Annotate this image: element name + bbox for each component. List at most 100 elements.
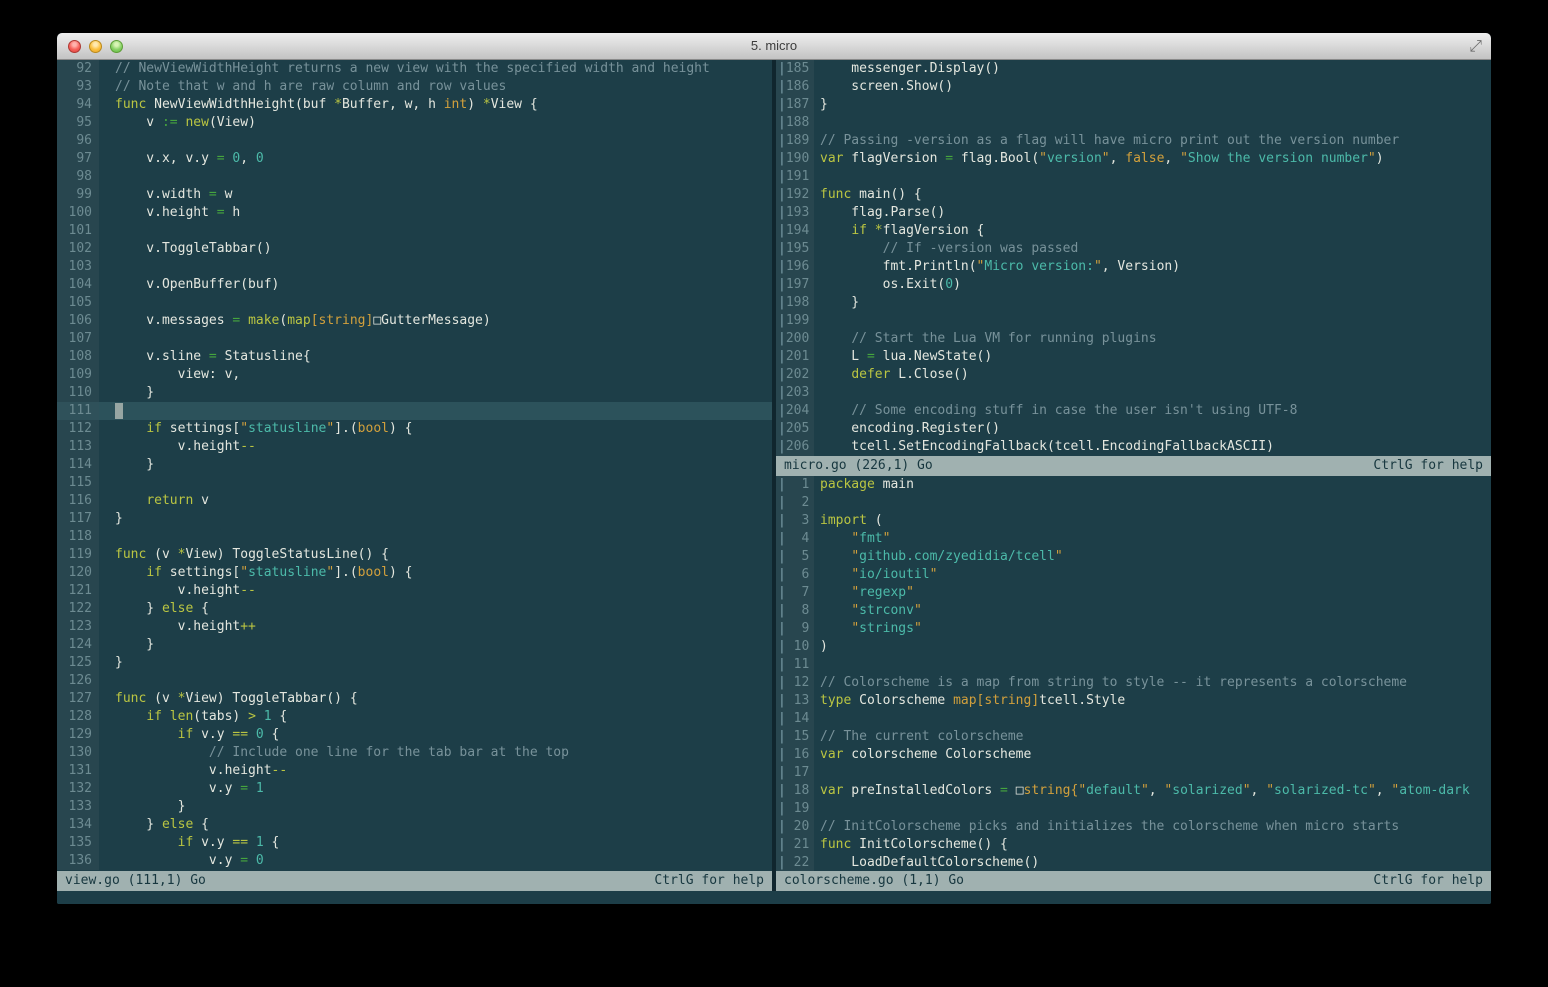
code-line[interactable]: 101 — [57, 222, 772, 240]
code-line[interactable]: | 4 "fmt" — [776, 530, 1491, 548]
code-line[interactable]: 102 v.ToggleTabbar() — [57, 240, 772, 258]
code-line[interactable]: | 15// The current colorscheme — [776, 728, 1491, 746]
code-line[interactable]: | 1package main — [776, 476, 1491, 494]
code-line[interactable]: |185 messenger.Display() — [776, 60, 1491, 78]
editor-micro-go[interactable]: |185 messenger.Display()|186 screen.Show… — [776, 60, 1491, 456]
code-line[interactable]: 123 v.height++ — [57, 618, 772, 636]
code-line[interactable]: |192func main() { — [776, 186, 1491, 204]
code-line[interactable]: 118 — [57, 528, 772, 546]
code-line[interactable]: 128 if len(tabs) > 1 { — [57, 708, 772, 726]
code-line[interactable]: | 22 LoadDefaultColorscheme() — [776, 854, 1491, 871]
editor-view-go[interactable]: 92// NewViewWidthHeight returns a new vi… — [57, 60, 772, 871]
code-line[interactable]: | 9 "strings" — [776, 620, 1491, 638]
code-line[interactable]: 131 v.height-- — [57, 762, 772, 780]
command-message-line[interactable] — [57, 891, 1491, 904]
zoom-button[interactable] — [110, 40, 123, 53]
code-line[interactable]: 103 — [57, 258, 772, 276]
code-line[interactable]: 132 v.y = 1 — [57, 780, 772, 798]
code-line[interactable]: |190var flagVersion = flag.Bool("version… — [776, 150, 1491, 168]
code-line[interactable]: 125} — [57, 654, 772, 672]
minimize-button[interactable] — [89, 40, 102, 53]
code-line[interactable]: 111 — [57, 402, 772, 420]
code-line[interactable]: 104 v.OpenBuffer(buf) — [57, 276, 772, 294]
code-line[interactable]: 110 } — [57, 384, 772, 402]
code-line[interactable]: |194 if *flagVersion { — [776, 222, 1491, 240]
window-titlebar[interactable]: 5. micro ⤢ — [57, 33, 1491, 60]
code-line[interactable]: |187} — [776, 96, 1491, 114]
code-line[interactable]: | 8 "strconv" — [776, 602, 1491, 620]
code-line[interactable]: 99 v.width = w — [57, 186, 772, 204]
code-line[interactable]: | 3import ( — [776, 512, 1491, 530]
code-line[interactable]: 134 } else { — [57, 816, 772, 834]
code-line[interactable]: 98 — [57, 168, 772, 186]
code-line[interactable]: |200 // Start the Lua VM for running plu… — [776, 330, 1491, 348]
code-line[interactable]: 94func NewViewWidthHeight(buf *Buffer, w… — [57, 96, 772, 114]
code-line[interactable]: 92// NewViewWidthHeight returns a new vi… — [57, 60, 772, 78]
code-line[interactable]: |201 L = lua.NewState() — [776, 348, 1491, 366]
code-line[interactable]: 108 v.sline = Statusline{ — [57, 348, 772, 366]
code-line[interactable]: | 19 — [776, 800, 1491, 818]
code-line[interactable]: 129 if v.y == 0 { — [57, 726, 772, 744]
code-line[interactable]: 135 if v.y == 1 { — [57, 834, 772, 852]
code-line[interactable]: |198 } — [776, 294, 1491, 312]
code-line[interactable]: 96 — [57, 132, 772, 150]
code-line[interactable]: | 21func InitColorscheme() { — [776, 836, 1491, 854]
code-line[interactable]: 127func (v *View) ToggleTabbar() { — [57, 690, 772, 708]
code-line[interactable]: |189// Passing -version as a flag will h… — [776, 132, 1491, 150]
code-line[interactable]: 93// Note that w and h are raw column an… — [57, 78, 772, 96]
code-text: } — [99, 510, 772, 528]
code-line[interactable]: 112 if settings["statusline"].(bool) { — [57, 420, 772, 438]
close-button[interactable] — [68, 40, 81, 53]
code-line[interactable]: 117} — [57, 510, 772, 528]
code-line[interactable]: | 12// Colorscheme is a map from string … — [776, 674, 1491, 692]
code-line[interactable]: |204 // Some encoding stuff in case the … — [776, 402, 1491, 420]
code-line[interactable]: |195 // If -version was passed — [776, 240, 1491, 258]
code-line[interactable]: 115 — [57, 474, 772, 492]
code-line[interactable]: |202 defer L.Close() — [776, 366, 1491, 384]
code-line[interactable]: | 2 — [776, 494, 1491, 512]
code-line[interactable]: | 16var colorscheme Colorscheme — [776, 746, 1491, 764]
code-line[interactable]: 122 } else { — [57, 600, 772, 618]
code-line[interactable]: |205 encoding.Register() — [776, 420, 1491, 438]
editor-colorscheme-go[interactable]: | 1package main| 2| 3import (| 4 "fmt"| … — [776, 476, 1491, 871]
code-line[interactable]: 95 v := new(View) — [57, 114, 772, 132]
code-line[interactable]: | 5 "github.com/zyedidia/tcell" — [776, 548, 1491, 566]
code-line[interactable]: 114 } — [57, 456, 772, 474]
code-line[interactable]: 106 v.messages = make(map[string]□Gutter… — [57, 312, 772, 330]
code-line[interactable]: 130 // Include one line for the tab bar … — [57, 744, 772, 762]
code-line[interactable]: | 13type Colorscheme map[string]tcell.St… — [776, 692, 1491, 710]
code-line[interactable]: |199 — [776, 312, 1491, 330]
code-line[interactable]: 119func (v *View) ToggleStatusLine() { — [57, 546, 772, 564]
code-line[interactable]: | 7 "regexp" — [776, 584, 1491, 602]
code-line[interactable]: | 6 "io/ioutil" — [776, 566, 1491, 584]
code-line[interactable]: | 20// InitColorscheme picks and initial… — [776, 818, 1491, 836]
code-line[interactable]: 121 v.height-- — [57, 582, 772, 600]
code-line[interactable]: |197 os.Exit(0) — [776, 276, 1491, 294]
code-line[interactable]: |186 screen.Show() — [776, 78, 1491, 96]
code-line[interactable]: 113 v.height-- — [57, 438, 772, 456]
code-line[interactable]: |191 — [776, 168, 1491, 186]
code-line[interactable]: 107 — [57, 330, 772, 348]
code-line[interactable]: | 14 — [776, 710, 1491, 728]
resize-icon[interactable]: ⤢ — [1469, 36, 1482, 56]
code-line[interactable]: |193 flag.Parse() — [776, 204, 1491, 222]
code-line[interactable]: | 10) — [776, 638, 1491, 656]
code-text — [814, 114, 1491, 132]
code-line[interactable]: 133 } — [57, 798, 772, 816]
code-line[interactable]: | 17 — [776, 764, 1491, 782]
code-line[interactable]: |196 fmt.Println("Micro version:", Versi… — [776, 258, 1491, 276]
code-line[interactable]: 105 — [57, 294, 772, 312]
code-line[interactable]: 136 v.y = 0 — [57, 852, 772, 870]
code-line[interactable]: | 18var preInstalledColors = □string{"de… — [776, 782, 1491, 800]
code-line[interactable]: |203 — [776, 384, 1491, 402]
code-line[interactable]: 126 — [57, 672, 772, 690]
code-line[interactable]: 97 v.x, v.y = 0, 0 — [57, 150, 772, 168]
code-line[interactable]: |188 — [776, 114, 1491, 132]
code-line[interactable]: | 11 — [776, 656, 1491, 674]
code-line[interactable]: 100 v.height = h — [57, 204, 772, 222]
code-line[interactable]: |206 tcell.SetEncodingFallback(tcell.Enc… — [776, 438, 1491, 456]
code-line[interactable]: 124 } — [57, 636, 772, 654]
code-line[interactable]: 109 view: v, — [57, 366, 772, 384]
code-line[interactable]: 116 return v — [57, 492, 772, 510]
code-line[interactable]: 120 if settings["statusline"].(bool) { — [57, 564, 772, 582]
